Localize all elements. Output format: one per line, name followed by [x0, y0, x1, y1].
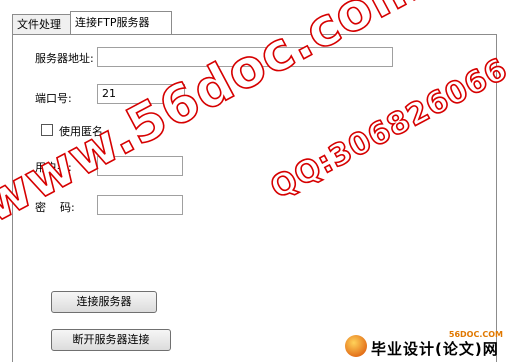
- tab-file-processing[interactable]: 文件处理: [12, 14, 78, 34]
- server-address-label: 服务器地址:: [35, 52, 94, 65]
- disconnect-server-button[interactable]: 断开服务器连接: [51, 329, 171, 351]
- anonymous-checkbox[interactable]: [41, 124, 53, 136]
- connect-ftp-panel: 服务器地址: 端口号: 21 使用匿名 用户名: 密 码: 连接服务器 断开服务…: [12, 34, 497, 362]
- badge-text: 毕业设计(论文)网: [371, 340, 499, 358]
- tab-connect-ftp[interactable]: 连接FTP服务器: [70, 11, 172, 34]
- port-label: 端口号:: [35, 92, 72, 105]
- password-input[interactable]: [97, 195, 183, 215]
- site-badge: 56DOC.COM 毕业设计(论文)网: [345, 330, 505, 358]
- ftp-window: 文件处理 连接FTP服务器 服务器地址: 端口号: 21 使用匿名 用户名: 密…: [10, 0, 500, 362]
- password-label: 密 码:: [35, 201, 75, 214]
- anonymous-label: 使用匿名: [59, 125, 103, 138]
- username-input[interactable]: [97, 156, 183, 176]
- connect-server-button[interactable]: 连接服务器: [51, 291, 157, 313]
- username-label: 用户名:: [35, 161, 72, 174]
- port-input[interactable]: 21: [97, 84, 185, 104]
- badge-logo-icon: [345, 335, 367, 357]
- server-address-input[interactable]: [97, 47, 393, 67]
